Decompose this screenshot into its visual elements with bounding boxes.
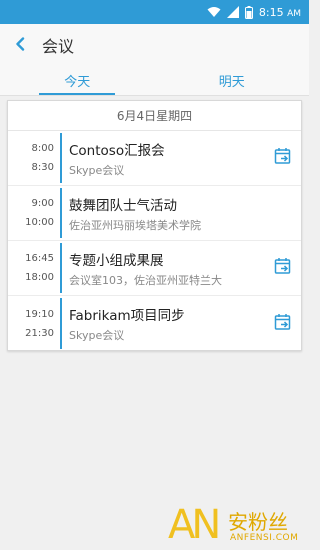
tab-today[interactable]: 今天: [0, 66, 155, 95]
signal-icon: [226, 6, 239, 18]
event-row[interactable]: 8:00 8:30 Contoso汇报会 Skype会议: [8, 131, 301, 186]
event-title: 专题小组成果展: [69, 252, 164, 269]
calendar-join-icon: [274, 257, 292, 279]
event-location: 会议室103，佐治亚州亚特兰大: [69, 273, 222, 287]
event-details: Contoso汇报会 Skype会议: [62, 131, 265, 185]
event-row[interactable]: 16:45 18:00 专题小组成果展 会议室103，佐治亚州亚特兰大: [8, 241, 301, 296]
watermark-letters: AN: [168, 502, 221, 548]
chevron-left-icon: [15, 36, 25, 55]
event-details: 鼓舞团队士气活动 佐治亚州玛丽埃塔美术学院: [62, 186, 265, 240]
watermark-logo: AN 安粉丝 ANFENSI.COM: [168, 500, 309, 550]
clock: 8:15 AM: [258, 5, 301, 19]
event-times: 19:10 21:30: [8, 296, 60, 351]
event-end-time: 8:30: [31, 162, 54, 173]
event-row[interactable]: 9:00 10:00 鼓舞团队士气活动 佐治亚州玛丽埃塔美术学院: [8, 186, 301, 241]
back-button[interactable]: [0, 24, 40, 66]
event-start-time: 16:45: [25, 253, 54, 264]
join-meeting-button[interactable]: [265, 131, 301, 185]
agenda-card: 6月4日星期四 8:00 8:30 Contoso汇报会 Skype会议 9:0…: [7, 100, 302, 351]
event-title: Contoso汇报会: [69, 142, 165, 159]
status-bar: 8:15 AM: [0, 0, 309, 24]
event-end-time: 10:00: [25, 217, 54, 228]
tab-tomorrow[interactable]: 明天: [155, 66, 310, 95]
event-title: 鼓舞团队士气活动: [69, 197, 177, 214]
page-title: 会议: [42, 37, 75, 56]
event-start-time: 8:00: [31, 143, 54, 154]
watermark-cn-text: 安粉丝: [228, 510, 288, 534]
join-placeholder: [265, 186, 301, 240]
event-details: 专题小组成果展 会议室103，佐治亚州亚特兰大: [62, 241, 265, 295]
calendar-join-icon: [274, 147, 292, 169]
event-row[interactable]: 19:10 21:30 Fabrikam项目同步 Skype会议: [8, 296, 301, 351]
join-meeting-button[interactable]: [265, 296, 301, 351]
battery-icon: [244, 5, 253, 19]
event-location: Skype会议: [69, 163, 125, 177]
day-tabs: 今天 明天: [0, 66, 309, 96]
watermark-en-text: ANFENSI.COM: [230, 533, 299, 543]
event-times: 16:45 18:00: [8, 241, 60, 295]
event-end-time: 18:00: [25, 272, 54, 283]
event-title: Fabrikam项目同步: [69, 308, 185, 324]
wifi-icon: [207, 6, 221, 18]
app-bar: 会议: [0, 24, 309, 66]
event-location: 佐治亚州玛丽埃塔美术学院: [69, 218, 201, 232]
calendar-join-icon: [274, 313, 292, 335]
event-start-time: 9:00: [31, 198, 54, 209]
event-times: 8:00 8:30: [8, 131, 60, 185]
event-start-time: 19:10: [25, 308, 54, 320]
event-location: Skype会议: [69, 329, 125, 342]
date-header: 6月4日星期四: [8, 101, 301, 131]
event-times: 9:00 10:00: [8, 186, 60, 240]
event-details: Fabrikam项目同步 Skype会议: [62, 296, 265, 351]
event-end-time: 21:30: [25, 327, 54, 339]
join-meeting-button[interactable]: [265, 241, 301, 295]
